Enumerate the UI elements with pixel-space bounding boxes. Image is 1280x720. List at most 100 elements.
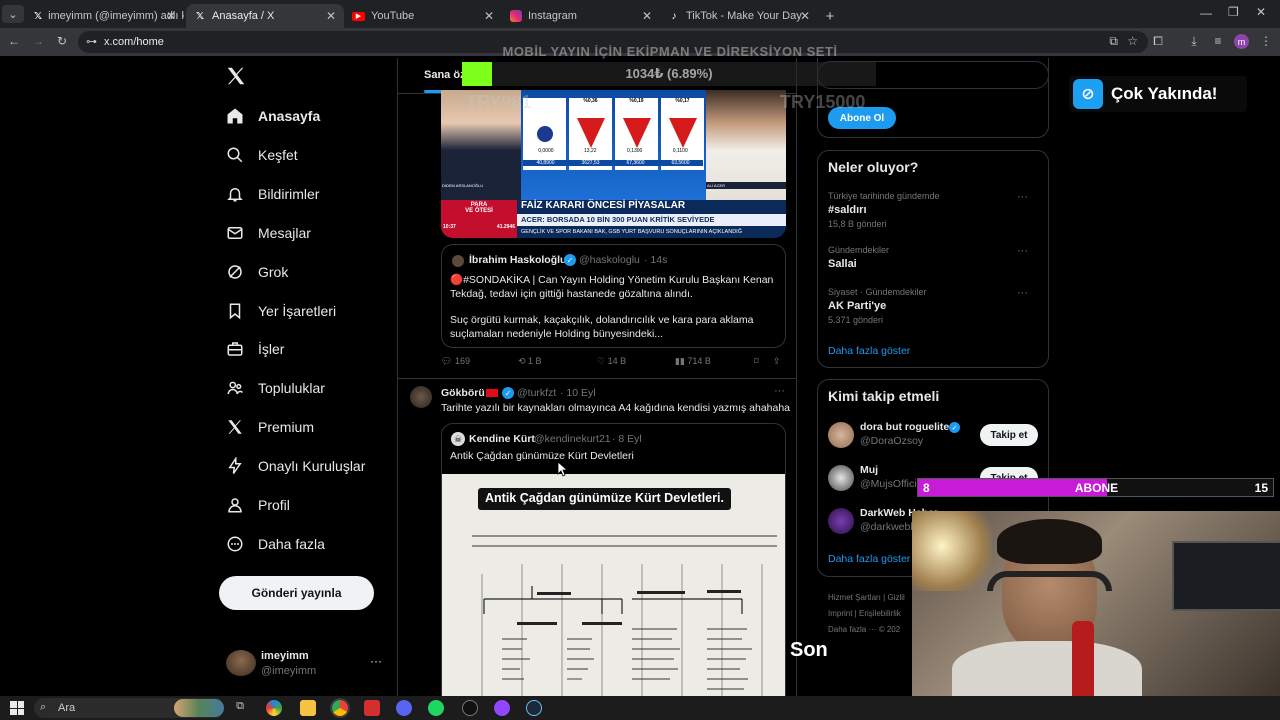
close-icon[interactable]: ✕ [642,9,652,23]
browser-tab-strip: ⌄ 𝕏 imeyimm (@imeyimm) adlı kişi ✕ 𝕏 Ana… [0,0,1280,28]
trend-name: #saldırı [828,204,867,216]
close-icon[interactable]: ✕ [484,9,494,23]
profile-avatar[interactable]: m [1234,34,1249,49]
nav-item-2[interactable]: Keşfet [226,142,298,168]
tab-for-you[interactable]: Sana öz [424,69,466,81]
nav-item-label: Daha fazla [258,536,325,552]
footer-link[interactable]: Gizlil [887,593,904,602]
nav-item-label: Mesajlar [258,225,311,241]
nav-item-4[interactable]: Mesajlar [226,220,311,246]
trend-item[interactable]: Gündemdekiler Sallai ··· [828,245,1038,275]
tab-search-button[interactable]: ⌄ [2,5,24,23]
task-view-icon[interactable]: ⧉ [232,700,248,716]
repost-button[interactable]: ⟲ 1 B [518,356,542,367]
nav-item-11[interactable]: Profil [226,492,290,518]
views-button[interactable]: ▮▮ 714 B [675,356,711,367]
close-icon[interactable]: ✕ [166,9,176,23]
trend-more-icon[interactable]: ··· [1017,191,1028,203]
nav-item-1[interactable]: Anasayfa [226,103,320,129]
trend-meta: Gündemdekiler [828,245,890,255]
windows-start-icon[interactable] [10,701,24,715]
like-button[interactable]: ♡ 14 B [597,356,626,367]
follow-button[interactable]: Takip et [980,424,1038,446]
window-close-icon[interactable]: ✕ [1256,5,1266,19]
tab-youtube[interactable]: ▶ YouTube ✕ [344,4,502,28]
post-author: Gökbörü [441,387,485,399]
bookmark-icon[interactable]: ⌑ [754,356,759,367]
star-icon[interactable]: ☆ [1127,34,1138,48]
quoted-tweet[interactable]: ☠︎ Kendine Kürt @kendinekurt21 · 8 Eyl A… [441,423,786,696]
nav-item-10[interactable]: Onaylı Kuruluşlar [226,453,365,479]
reply-button[interactable]: 💬︎ 169 [441,356,470,367]
quoted-tweet[interactable]: İbrahim Haskoloğlu ✓ @haskologlu · 14s 🔴… [441,244,786,348]
nav-item-6[interactable]: Yer İşaretleri [226,298,336,324]
share-icon[interactable]: ⇪ [773,356,781,367]
follow-show-more[interactable]: Daha fazla göster [828,553,910,565]
footer-link[interactable]: Erişilebilirlik [859,609,901,618]
menu-dots-icon[interactable]: ⋮ [1258,34,1274,48]
tab-tiktok[interactable]: ♪ TikTok - Make Your Day ✕ [660,4,818,28]
quote-image[interactable]: Antik Çağdan günümüze Kürt Devletleri. [442,474,785,696]
install-app-icon[interactable]: ⧉ [1109,34,1118,49]
forward-icon[interactable]: → [30,34,46,48]
twitch-icon[interactable] [494,700,510,716]
reload-icon[interactable]: ↻ [54,34,70,48]
windows-taskbar: ⌕ Ara ⧉ [0,696,1280,720]
down-arrow-icon [669,118,697,148]
program-badge: PARA VE ÖTESİ 10:37 41.2946 [441,200,517,238]
nav-item-9[interactable]: Premium [226,414,314,440]
discord-icon[interactable] [396,700,412,716]
x-home-logo[interactable] [225,65,247,87]
account-avatar[interactable] [226,650,256,676]
overlay-goal-title: MOBİL YAYIN İÇİN EKİPMAN VE DİREKSİYON S… [502,44,838,59]
trend-item[interactable]: Türkiye tarihinde gündemde #saldırı 15,8… [828,191,1038,231]
headphones-icon [987,571,1112,591]
close-icon[interactable]: ✕ [800,9,810,23]
taskbar-search-input[interactable]: ⌕ Ara [34,698,224,718]
trend-more-icon[interactable]: ··· [1017,287,1028,299]
copilot-icon[interactable] [266,700,282,716]
new-tab-button[interactable]: + [820,4,840,28]
post-more-icon[interactable]: ··· [774,385,785,397]
close-icon[interactable]: ✕ [326,9,336,23]
nav-item-7[interactable]: İşler [226,336,284,362]
trends-show-more[interactable]: Daha fazla göster [828,345,910,357]
image-title: Antik Çağdan günümüze Kürt Devletleri. [478,488,731,510]
suggestion-avatar[interactable] [828,465,854,491]
tab-profile[interactable]: 𝕏 imeyimm (@imeyimm) adlı kişi ✕ [26,4,184,28]
footer-link[interactable]: Daha fazla ··· [828,625,876,634]
nav-item-label: Profil [258,497,290,513]
post-avatar[interactable] [410,386,432,408]
nav-item-5[interactable]: Grok [226,259,288,285]
quote-author: İbrahim Haskoloğlu [469,254,567,266]
tab-instagram[interactable]: Instagram ✕ [502,4,660,28]
back-icon[interactable]: ← [6,34,22,48]
site-info-icon[interactable]: ⊶ [86,35,97,48]
spotify-icon[interactable] [428,700,444,716]
tab-home[interactable]: 𝕏 Anasayfa / X ✕ [186,4,344,28]
file-explorer-icon[interactable] [300,700,316,716]
trend-item[interactable]: Siyaset · Gündemdekiler AK Parti'ye 5.37… [828,287,1038,327]
download-icon[interactable]: ⤓ [1186,34,1202,49]
minimize-icon[interactable]: — [1200,6,1212,20]
footer-link[interactable]: Imprint [828,609,852,618]
nav-item-3[interactable]: Bildirimler [226,181,319,207]
steam-icon[interactable] [526,700,542,716]
nav-item-12[interactable]: Daha fazla [226,531,325,557]
extensions-icon[interactable]: ⧠ [1150,34,1166,49]
overlay-caption: Son [790,639,828,661]
suggestion-avatar[interactable] [828,508,854,534]
chrome-icon[interactable] [332,700,348,716]
suggestion-avatar[interactable] [828,422,854,448]
account-menu-icon[interactable]: ··· [370,654,382,668]
restore-icon[interactable]: ❐ [1228,5,1239,19]
overlay-goal-start: TRY981 [466,92,532,112]
obs-icon[interactable] [462,700,478,716]
reading-list-icon[interactable]: ≡ [1210,34,1226,48]
suggestion-handle: @darkwebh [860,521,917,533]
trend-more-icon[interactable]: ··· [1017,245,1028,257]
winrar-icon[interactable] [364,700,380,716]
nav-item-8[interactable]: Topluluklar [226,375,325,401]
footer-link[interactable]: Hizmet Şartları [828,593,881,602]
post-button[interactable]: Gönderi yayınla [219,576,374,610]
